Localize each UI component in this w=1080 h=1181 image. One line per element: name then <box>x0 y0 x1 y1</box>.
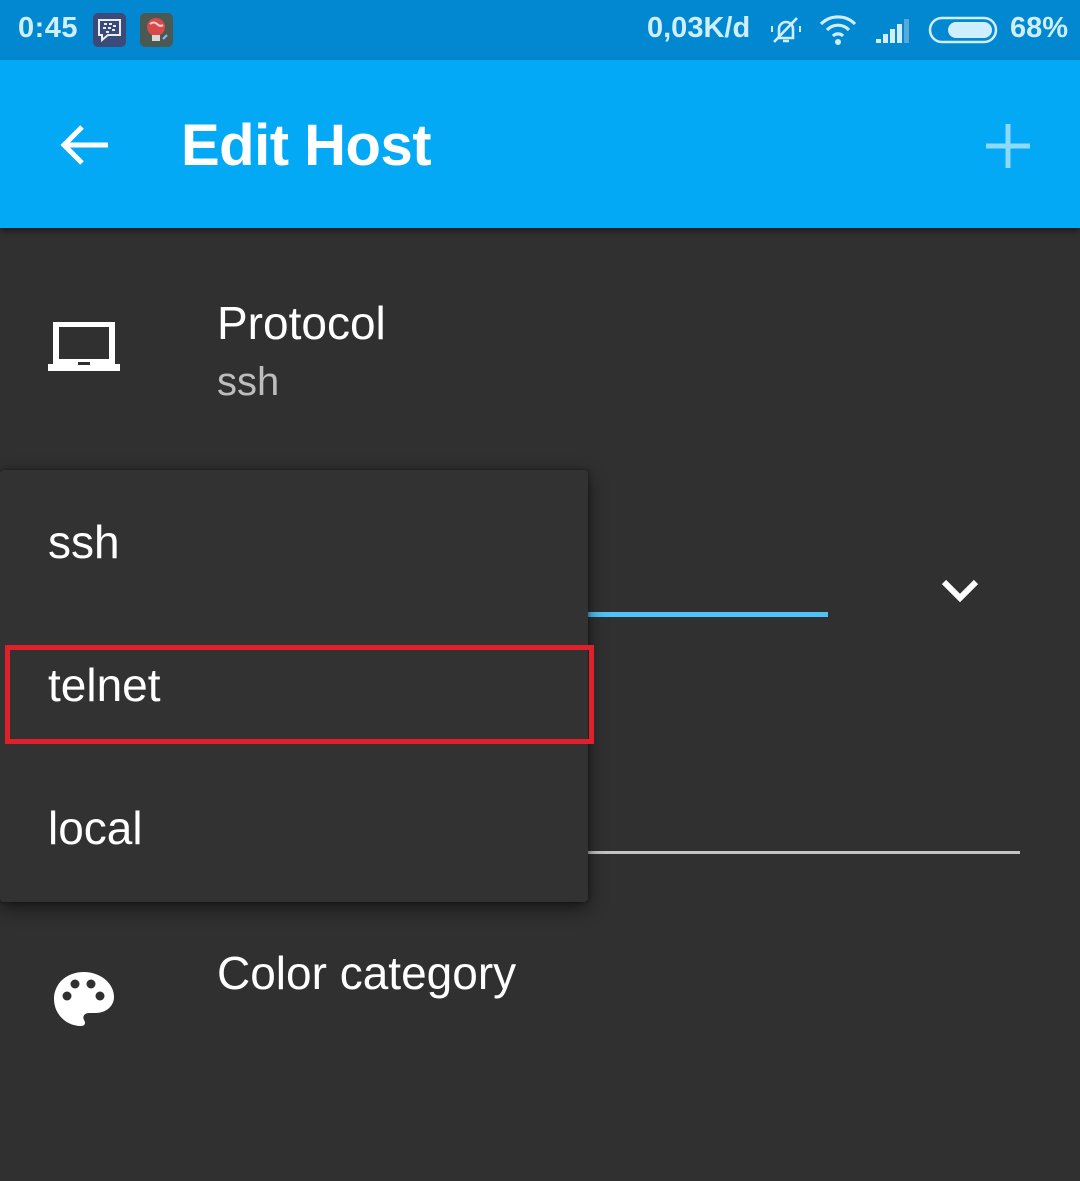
status-time: 0:45 <box>18 12 79 44</box>
battery-icon <box>928 16 1000 49</box>
signal-icon <box>874 12 914 53</box>
palette-icon <box>48 968 120 1037</box>
dropdown-toggle[interactable] <box>935 570 985 610</box>
arrow-left-icon <box>60 125 108 165</box>
page-title: Edit Host <box>181 113 432 178</box>
bbm-chat-icon <box>93 13 126 47</box>
protocol-value: ssh <box>217 360 280 404</box>
dropdown-option-label: telnet <box>48 659 161 711</box>
globe-lightbulb-app-icon <box>140 13 173 47</box>
add-button[interactable] <box>980 118 1036 174</box>
dropdown-option-telnet[interactable]: telnet <box>0 613 588 757</box>
dropdown-option-ssh[interactable]: ssh <box>0 470 588 614</box>
plus-icon <box>986 124 1030 168</box>
protocol-dropdown-menu: ssh telnet local <box>0 470 588 902</box>
back-button[interactable] <box>52 115 116 179</box>
dropdown-option-local[interactable]: local <box>0 756 588 900</box>
network-speed: 0,03K/d <box>647 12 751 44</box>
dropdown-option-label: ssh <box>48 516 120 568</box>
dropdown-option-label: local <box>48 802 143 854</box>
app-bar: Edit Host <box>0 60 1080 228</box>
battery-percent: 68% <box>1010 12 1069 44</box>
laptop-icon <box>48 321 120 379</box>
status-bar: 0:45 0,03K/d 68% <box>0 0 1080 60</box>
silent-bell-icon <box>768 12 804 53</box>
color-category-label: Color category <box>217 947 517 999</box>
wifi-icon <box>818 12 858 53</box>
chevron-down-icon <box>941 579 979 603</box>
protocol-label: Protocol <box>217 297 386 349</box>
